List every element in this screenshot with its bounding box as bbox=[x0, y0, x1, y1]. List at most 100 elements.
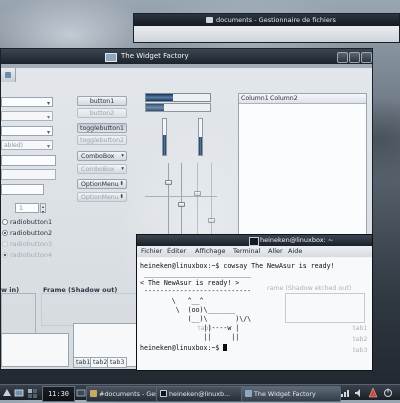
vertical-slider-track-1[interactable] bbox=[168, 163, 169, 238]
terminal-line-4: --------------------------- bbox=[140, 287, 252, 295]
radiobutton4-indicator[interactable] bbox=[2, 252, 8, 258]
chevron-down-icon: ▾ bbox=[121, 166, 124, 172]
ghost-frame-title: rame (Shadow etched out) bbox=[267, 285, 352, 292]
tree-column-1[interactable]: Column1 bbox=[241, 94, 269, 103]
text-entry-1[interactable] bbox=[1, 155, 56, 166]
terminal-title: heineken@linuxbox: ~ bbox=[260, 236, 334, 244]
chevron-updown-icon: ⬍ bbox=[119, 194, 124, 200]
vertical-progress-1-fill bbox=[163, 135, 166, 155]
workspace-switcher[interactable] bbox=[27, 387, 39, 399]
terminal-line-2: ___________________________ bbox=[140, 270, 252, 278]
radiobutton2-indicator[interactable] bbox=[2, 230, 8, 236]
vertical-progress-2 bbox=[198, 118, 203, 156]
maximize-button[interactable] bbox=[349, 52, 360, 63]
nautilus-title: documents - Gestionnaire de fichiers bbox=[216, 16, 336, 24]
show-desktop-icon[interactable] bbox=[76, 387, 86, 399]
combo-entry-disabled[interactable]: abled) ▾ bbox=[1, 140, 53, 150]
text-entry-2[interactable] bbox=[1, 169, 56, 180]
text-entry-3[interactable] bbox=[1, 184, 44, 195]
menu-editer[interactable]: Éditer bbox=[167, 246, 186, 257]
network-icon[interactable] bbox=[340, 387, 350, 399]
menu-fichier[interactable]: Fichier bbox=[141, 246, 162, 257]
menu-affichage[interactable]: Affichage bbox=[195, 246, 226, 257]
menu-terminal[interactable]: Terminal bbox=[233, 246, 260, 257]
toolbar-button[interactable] bbox=[1, 68, 16, 82]
combo-entry-3[interactable]: ▾ bbox=[1, 126, 53, 136]
terminal-window[interactable]: heineken@linuxbox: ~ Fichier Éditer Affi… bbox=[136, 234, 373, 371]
chevron-down-icon: ▾ bbox=[46, 129, 50, 136]
radiobutton3-label: radiobutton3 bbox=[10, 240, 53, 248]
combo-entry-1[interactable]: ▾ bbox=[1, 97, 53, 107]
widget-factory-title: The Widget Factory bbox=[121, 52, 189, 60]
terminal-screen[interactable]: rame (Shadow etched out) tab1 tab1 tab2 … bbox=[137, 257, 372, 370]
optionmenu-2-label: OptionMenu bbox=[81, 194, 119, 201]
combobox-1[interactable]: ComboBox ▾ bbox=[77, 151, 127, 161]
ghost-tab1: tab1 bbox=[353, 325, 368, 332]
menu-aide[interactable]: Aide bbox=[288, 246, 302, 257]
spin-value: 1 bbox=[19, 205, 24, 212]
tree-header: Column1 Column2 bbox=[239, 94, 366, 104]
chevron-updown-icon: ⬍ bbox=[119, 181, 124, 187]
optionmenu-1[interactable]: OptionMenu ⬍ bbox=[77, 179, 127, 189]
close-button[interactable] bbox=[361, 52, 372, 63]
nautilus-titlebar[interactable]: documents - Gestionnaire de fichiers bbox=[134, 14, 399, 26]
radiobutton1-indicator[interactable] bbox=[2, 219, 8, 225]
vertical-slider-track-2[interactable] bbox=[181, 163, 182, 238]
togglebutton1[interactable]: togglebutton1 bbox=[77, 123, 127, 133]
progress-bar-1-fill bbox=[146, 94, 173, 101]
menu-aller[interactable]: Aller bbox=[268, 246, 283, 257]
terminal-line-3: < The NewAsur is ready! > bbox=[140, 279, 240, 287]
terminal-prompt: heineken@linuxbox:~$ bbox=[140, 344, 224, 352]
togglebutton2[interactable]: togglebutton2 bbox=[77, 135, 127, 145]
combobox-2[interactable]: ComboBox ▾ bbox=[77, 164, 127, 174]
terminal-line-9: || || bbox=[140, 333, 240, 341]
bottom-panel: 11:30 #documents - Gest heineken@linuxb.… bbox=[0, 384, 400, 402]
power-icon[interactable] bbox=[383, 387, 393, 399]
chevron-down-icon: ▾ bbox=[46, 143, 50, 150]
volume-icon[interactable] bbox=[354, 387, 364, 399]
combo-entry-2[interactable]: ▾ bbox=[1, 111, 53, 121]
minimize-button[interactable] bbox=[337, 52, 348, 63]
folder-icon bbox=[206, 17, 213, 23]
ghost-frame-box bbox=[285, 293, 365, 323]
tab3[interactable]: tab3 bbox=[107, 357, 128, 368]
button2[interactable]: button2 bbox=[77, 108, 127, 118]
desktop-icon[interactable] bbox=[14, 387, 24, 399]
widget-factory-titlebar[interactable]: The Widget Factory bbox=[1, 49, 372, 64]
progress-bar-1 bbox=[145, 93, 211, 102]
toolbar-icon bbox=[5, 72, 11, 78]
spin-button[interactable]: 1 bbox=[15, 203, 39, 213]
terminal-icon bbox=[249, 237, 259, 246]
terminal-line-8: ||----w | bbox=[140, 324, 240, 332]
terminal-line-1: heineken@linuxbox:~$ cowsay The NewAsur … bbox=[140, 262, 335, 270]
radiobutton1-label: radiobutton1 bbox=[10, 218, 53, 226]
terminal-prompt-line: heineken@linuxbox:~$ bbox=[140, 344, 228, 352]
task-nautilus-label: #documents - Gest bbox=[99, 390, 162, 398]
notebook-left bbox=[1, 333, 69, 367]
nautilus-window[interactable]: documents - Gestionnaire de fichiers bbox=[133, 13, 400, 43]
vertical-slider-knob-1[interactable] bbox=[165, 180, 172, 185]
spin-arrows[interactable]: ▴ ▾ bbox=[40, 203, 46, 214]
terminal-line-7: (__)\ )\/\ bbox=[140, 315, 252, 323]
combobox-2-label: ComboBox bbox=[81, 166, 115, 173]
tree-column-2[interactable]: Column2 bbox=[270, 94, 298, 103]
horizontal-scale-track[interactable] bbox=[145, 196, 217, 197]
vertical-slider-track-3[interactable] bbox=[197, 163, 198, 238]
terminal-line-6: \ (oo)\_______ bbox=[140, 306, 236, 314]
radiobutton4-label: radiobutton4 bbox=[10, 251, 53, 259]
radiobutton3-indicator[interactable] bbox=[2, 241, 8, 247]
optionmenu-2[interactable]: OptionMenu ⬍ bbox=[77, 192, 127, 202]
progress-bar-2-fill bbox=[146, 104, 164, 111]
menu-launcher-icon[interactable] bbox=[2, 387, 12, 399]
vertical-slider-knob-4[interactable] bbox=[208, 218, 215, 223]
vertical-slider-track-4[interactable] bbox=[211, 163, 212, 238]
chevron-down-icon: ▾ bbox=[121, 153, 124, 159]
terminal-titlebar[interactable]: heineken@linuxbox: ~ bbox=[137, 235, 372, 246]
window-app-icon bbox=[245, 390, 252, 397]
chevron-down-icon: ▾ bbox=[46, 100, 50, 107]
button1[interactable]: button1 bbox=[77, 96, 127, 106]
update-icon[interactable] bbox=[368, 387, 378, 399]
combobox-1-label: ComboBox bbox=[81, 153, 115, 160]
vertical-slider-knob-2[interactable] bbox=[178, 202, 185, 207]
nautilus-body bbox=[134, 26, 399, 42]
